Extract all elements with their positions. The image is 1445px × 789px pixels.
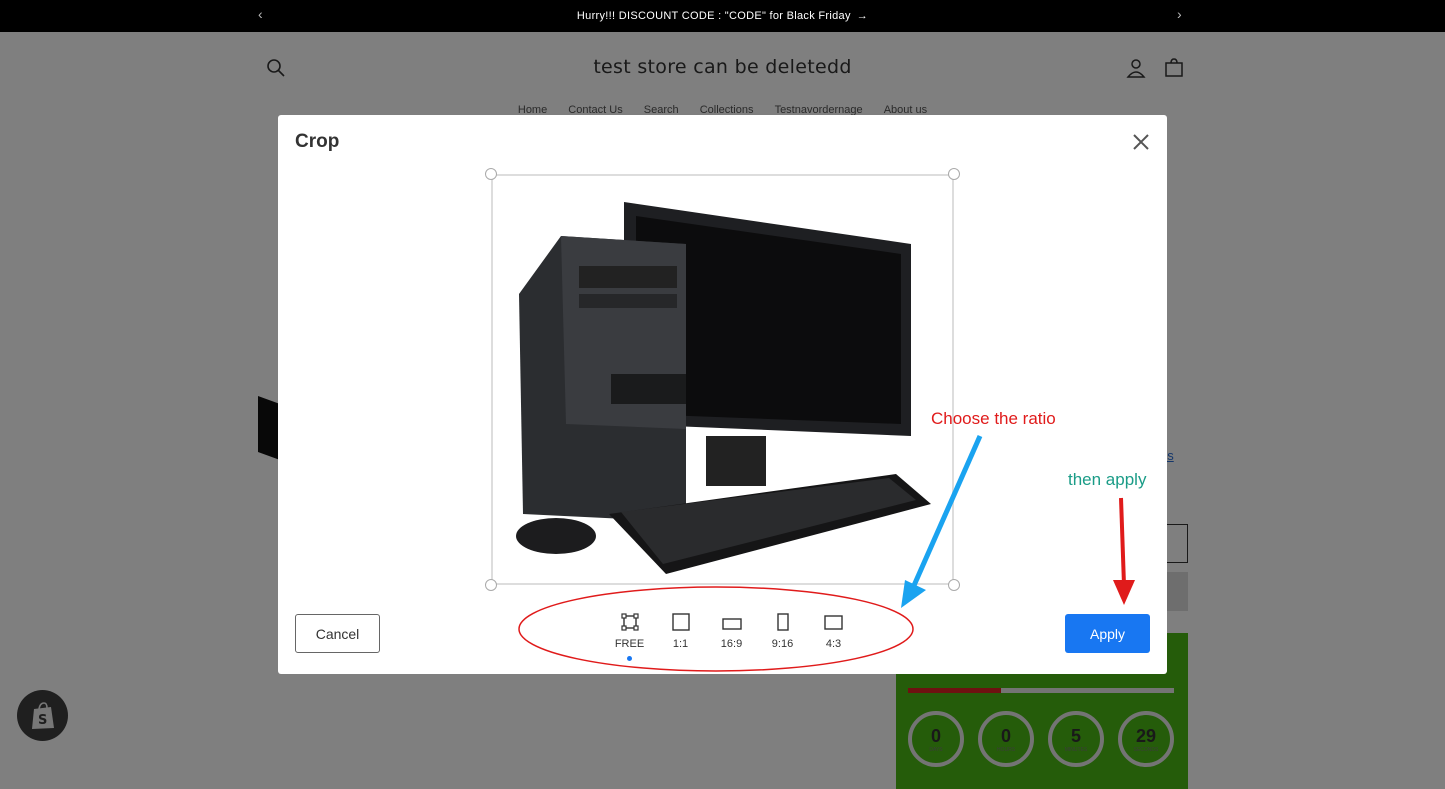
arrow-right-icon: → — [856, 10, 869, 22]
ratio-9-16-label: 9:16 — [771, 638, 794, 650]
announcement-text[interactable]: Hurry!!! DISCOUNT CODE : "CODE" for Blac… — [577, 10, 851, 22]
crop-handle-bottom-left[interactable] — [485, 579, 497, 591]
ratio-free-label: FREE — [614, 638, 645, 650]
ratio-16-9[interactable]: 16:9 — [706, 612, 757, 662]
selected-indicator — [627, 656, 632, 661]
announcement-next-button[interactable]: › — [1177, 6, 1182, 22]
cancel-button[interactable]: Cancel — [295, 614, 380, 653]
close-icon[interactable] — [1131, 132, 1151, 152]
ratio-1-1[interactable]: 1:1 — [655, 612, 706, 662]
crop-frame[interactable] — [491, 174, 954, 585]
apply-button[interactable]: Apply — [1065, 614, 1150, 653]
ratio-9-16[interactable]: 9:16 — [757, 612, 808, 662]
ratio-4-3-label: 4:3 — [825, 638, 842, 650]
shopify-bag-icon: S — [31, 701, 54, 729]
portrait-ratio-icon — [776, 613, 789, 631]
ratio-4-3[interactable]: 4:3 — [808, 612, 859, 662]
ratio-1-1-label: 1:1 — [672, 638, 689, 650]
crop-modal: Crop Cancel FREE 1:1 16:9 9:16 4:3 Apply — [278, 115, 1167, 674]
standard-ratio-icon — [823, 615, 843, 630]
ratio-16-9-label: 16:9 — [720, 638, 743, 650]
annotation-choose-ratio: Choose the ratio — [931, 409, 1056, 428]
announcement-bar: ‹ Hurry!!! DISCOUNT CODE : "CODE" for Bl… — [0, 0, 1445, 32]
square-ratio-icon — [671, 613, 690, 631]
landscape-ratio-icon — [721, 618, 742, 630]
ratio-selector: FREE 1:1 16:9 9:16 4:3 — [604, 612, 859, 662]
svg-text:S: S — [38, 713, 47, 728]
crop-handle-bottom-right[interactable] — [948, 579, 960, 591]
crop-handle-top-left[interactable] — [485, 168, 497, 180]
annotation-then-apply: then apply — [1068, 470, 1147, 489]
crop-handle-top-right[interactable] — [948, 168, 960, 180]
announcement-prev-button[interactable]: ‹ — [258, 6, 263, 22]
crop-area[interactable] — [485, 168, 960, 591]
modal-title: Crop — [295, 131, 340, 152]
ratio-free[interactable]: FREE — [604, 612, 655, 662]
free-crop-icon — [620, 613, 639, 631]
shopify-badge[interactable]: S — [17, 690, 68, 741]
